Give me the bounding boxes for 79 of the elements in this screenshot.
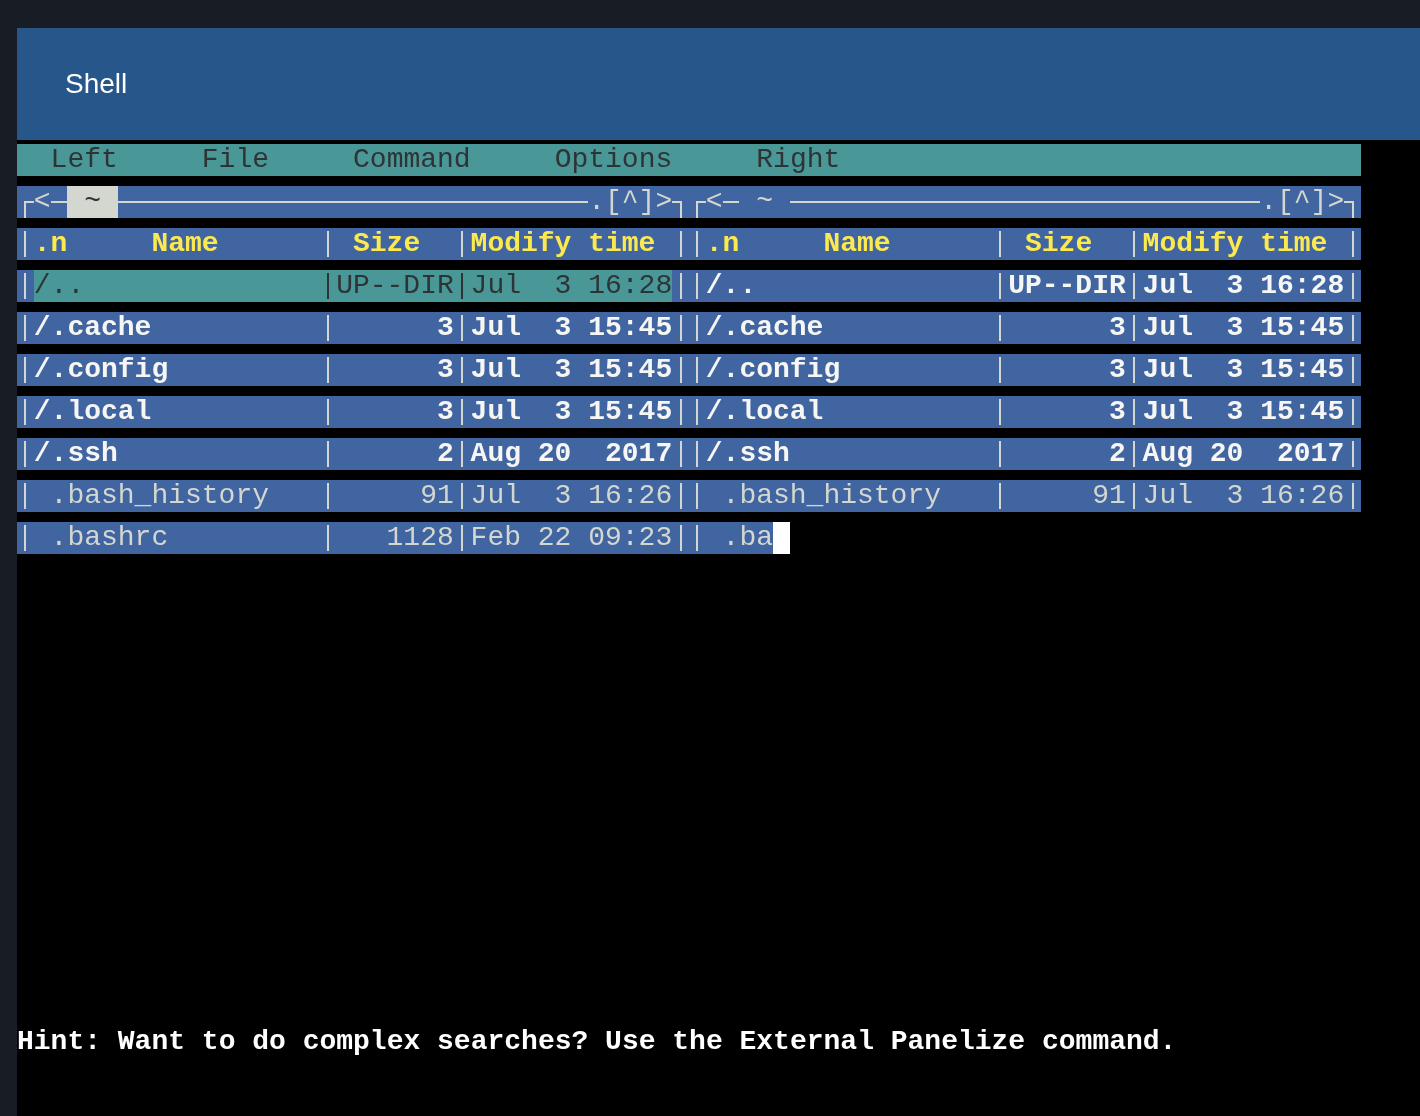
file-name: /.ssh: [705, 438, 790, 470]
column-header[interactable]: Modify time: [1142, 228, 1328, 260]
file-size: 1128: [386, 522, 454, 554]
menu-item[interactable]: File: [201, 144, 270, 176]
file-date: Jul 3 15:45: [1142, 312, 1345, 344]
file-name: .ba: [722, 522, 773, 554]
file-row[interactable]: /.cache 3 Jul 3 15:45: [689, 312, 1361, 344]
panel-controls[interactable]: .[^]>: [588, 186, 673, 218]
frame-corner-icon: [24, 201, 34, 218]
file-size: 2: [436, 438, 454, 470]
sort-indicator[interactable]: .n: [705, 228, 740, 260]
file-date: Jul 3 16:28: [1142, 270, 1345, 302]
file-row[interactable]: /.config 3 Jul 3 15:45: [689, 354, 1361, 386]
window-title: Shell: [65, 67, 128, 101]
file-date: Jul 3 15:45: [470, 312, 673, 344]
file-row[interactable]: /.ssh 2 Aug 20 2017: [689, 438, 1361, 470]
frame-corner-icon: [1344, 201, 1354, 218]
menu-item[interactable]: Command: [353, 144, 471, 176]
column-header[interactable]: Name: [151, 228, 219, 260]
file-row[interactable]: .bash_history 91 Jul 3 16:26: [689, 480, 1361, 512]
column-header[interactable]: Modify time: [470, 228, 656, 260]
menu-item[interactable]: Left: [50, 144, 118, 176]
current-path: ~: [67, 186, 118, 218]
file-size: 3: [1108, 312, 1126, 344]
file-row[interactable]: /.config 3 Jul 3 15:45: [17, 354, 689, 386]
file-name: /.config: [33, 354, 169, 386]
file-row[interactable]: /.local 3 Jul 3 15:45: [17, 396, 689, 428]
file-size: 3: [1108, 396, 1126, 428]
column-header[interactable]: Size: [353, 228, 421, 260]
file-size: UP--DIR: [1008, 270, 1126, 302]
file-date: Jul 3 15:45: [1142, 354, 1345, 386]
panel-controls[interactable]: .[^]>: [1260, 186, 1345, 218]
file-date: Feb 22 09:23: [470, 522, 673, 554]
file-date: Jul 3 16:26: [470, 480, 673, 512]
file-name: /..: [33, 270, 85, 302]
file-name: .bashrc: [50, 522, 169, 554]
menu-item[interactable]: Options: [554, 144, 673, 176]
file-row[interactable]: /.cache 3 Jul 3 15:45: [17, 312, 689, 344]
file-row[interactable]: /.local 3 Jul 3 15:45: [689, 396, 1361, 428]
menu-item[interactable]: Right: [756, 144, 841, 176]
file-name: /.cache: [33, 312, 152, 344]
hint-text: Hint: Want to do complex searches? Use the External Panelize command.: [17, 1026, 1177, 1058]
file-size: 2: [1108, 438, 1126, 470]
file-date: Aug 20 2017: [470, 438, 673, 470]
column-header[interactable]: Size: [1025, 228, 1093, 260]
column-header[interactable]: Name: [823, 228, 891, 260]
history-back-button[interactable]: <: [705, 186, 723, 218]
frame-corner-icon: [672, 201, 682, 218]
file-size: 3: [436, 354, 454, 386]
file-name: /.local: [33, 396, 152, 428]
file-date: Jul 3 16:26: [1142, 480, 1345, 512]
file-name: /.cache: [705, 312, 824, 344]
file-size: UP--DIR: [336, 270, 454, 302]
file-row[interactable]: .bashrc 1128 Feb 22 09:23: [17, 522, 689, 554]
file-name: /..: [705, 270, 757, 302]
file-row[interactable]: /.. UP--DIR Jul 3 16:28: [689, 270, 1361, 302]
file-size: 3: [1108, 354, 1126, 386]
file-date: Jul 3 16:28: [470, 270, 673, 302]
file-name: /.local: [705, 396, 824, 428]
file-row[interactable]: /.ssh 2 Aug 20 2017: [17, 438, 689, 470]
frame-corner-icon: [696, 201, 706, 218]
file-date: Aug 20 2017: [1142, 438, 1345, 470]
file-date: Jul 3 15:45: [470, 354, 673, 386]
file-date: Jul 3 15:45: [1142, 396, 1345, 428]
file-row[interactable]: /.. UP--DIR Jul 3 16:28: [17, 270, 689, 302]
sort-indicator[interactable]: .n: [33, 228, 68, 260]
file-row[interactable]: .bash_history 91 Jul 3 16:26: [17, 480, 689, 512]
file-name: .bash_history: [722, 480, 942, 512]
file-size: 3: [436, 312, 454, 344]
history-back-button[interactable]: <: [33, 186, 51, 218]
file-row[interactable]: .ba: [689, 522, 773, 554]
file-name: .bash_history: [50, 480, 270, 512]
file-size: 91: [1092, 480, 1126, 512]
file-date: Jul 3 15:45: [470, 396, 673, 428]
current-path: ~: [755, 186, 774, 218]
file-name: /.config: [705, 354, 841, 386]
file-size: 91: [420, 480, 454, 512]
file-size: 3: [436, 396, 454, 428]
file-name: /.ssh: [33, 438, 118, 470]
